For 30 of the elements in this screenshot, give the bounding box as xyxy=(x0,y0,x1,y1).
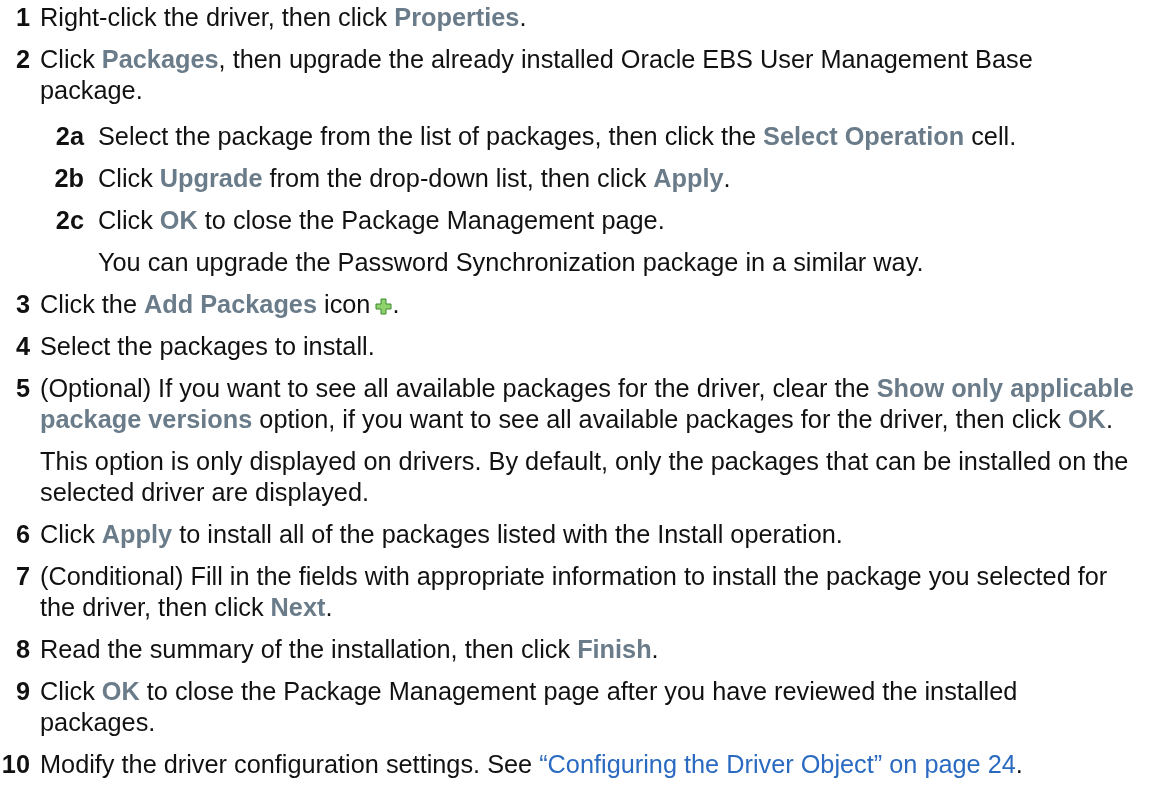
step-number: 1 xyxy=(14,2,30,33)
step-text: Modify the driver configuration settings. See “Configuring the Driver Object” on page 24. xyxy=(40,749,1024,780)
step-number: 7 xyxy=(14,561,30,592)
step-number: 6 xyxy=(14,519,30,550)
step-number: 2a xyxy=(54,121,84,152)
step-text: Right-click the driver, then click Properties. xyxy=(40,2,528,33)
step-text: (Conditional) Fill in the fields with appropriate information to install the package you selected for the driver, then click Next. xyxy=(40,561,1109,623)
step-text: Click Apply to install all of the packages listed with the Install operation. xyxy=(40,519,844,550)
step-text: Read the summary of the installation, then click Finish. xyxy=(40,634,660,665)
step-text: Click Upgrade from the drop-down list, then click Apply. xyxy=(98,163,732,194)
step-number: 3 xyxy=(14,289,30,320)
link[interactable]: “Configuring the Driver Object” on page 24 xyxy=(539,750,1016,778)
step-number: 4 xyxy=(14,331,30,362)
step-text: Click OK to close the Package Management page after you have reviewed the installed packages. xyxy=(40,676,1019,738)
step-text: (Optional) If you want to see all available packages for the driver, clear the Show only applicable package versions option, if you want to see all available packages for the driver, then click OK. xyxy=(40,373,1135,435)
step-number: 2b xyxy=(53,163,84,194)
note-text: You can upgrade the Password Synchronization package in a similar way. xyxy=(98,247,925,278)
step-text: Select the packages to install. xyxy=(40,331,376,362)
step-text: Click the Add Packages icon . xyxy=(40,289,401,320)
step-number: 8 xyxy=(14,634,30,665)
note-text: This option is only displayed on drivers. By default, only the packages that can be installed on the selected driver are displayed. xyxy=(40,446,1130,508)
step-number: 10 xyxy=(0,749,30,780)
step-number: 9 xyxy=(14,676,30,707)
add-icon xyxy=(375,298,393,315)
step-text: Select the package from the list of packages, then click the Select Operation cell. xyxy=(98,121,1018,152)
step-number: 5 xyxy=(14,373,30,404)
step-number: 2 xyxy=(14,44,30,75)
step-number: 2c xyxy=(54,205,84,236)
step-text: Click OK to close the Package Management page. xyxy=(98,205,666,236)
step-text: Click Packages, then upgrade the already installed Oracle EBS User Management Base package. xyxy=(40,44,1034,106)
